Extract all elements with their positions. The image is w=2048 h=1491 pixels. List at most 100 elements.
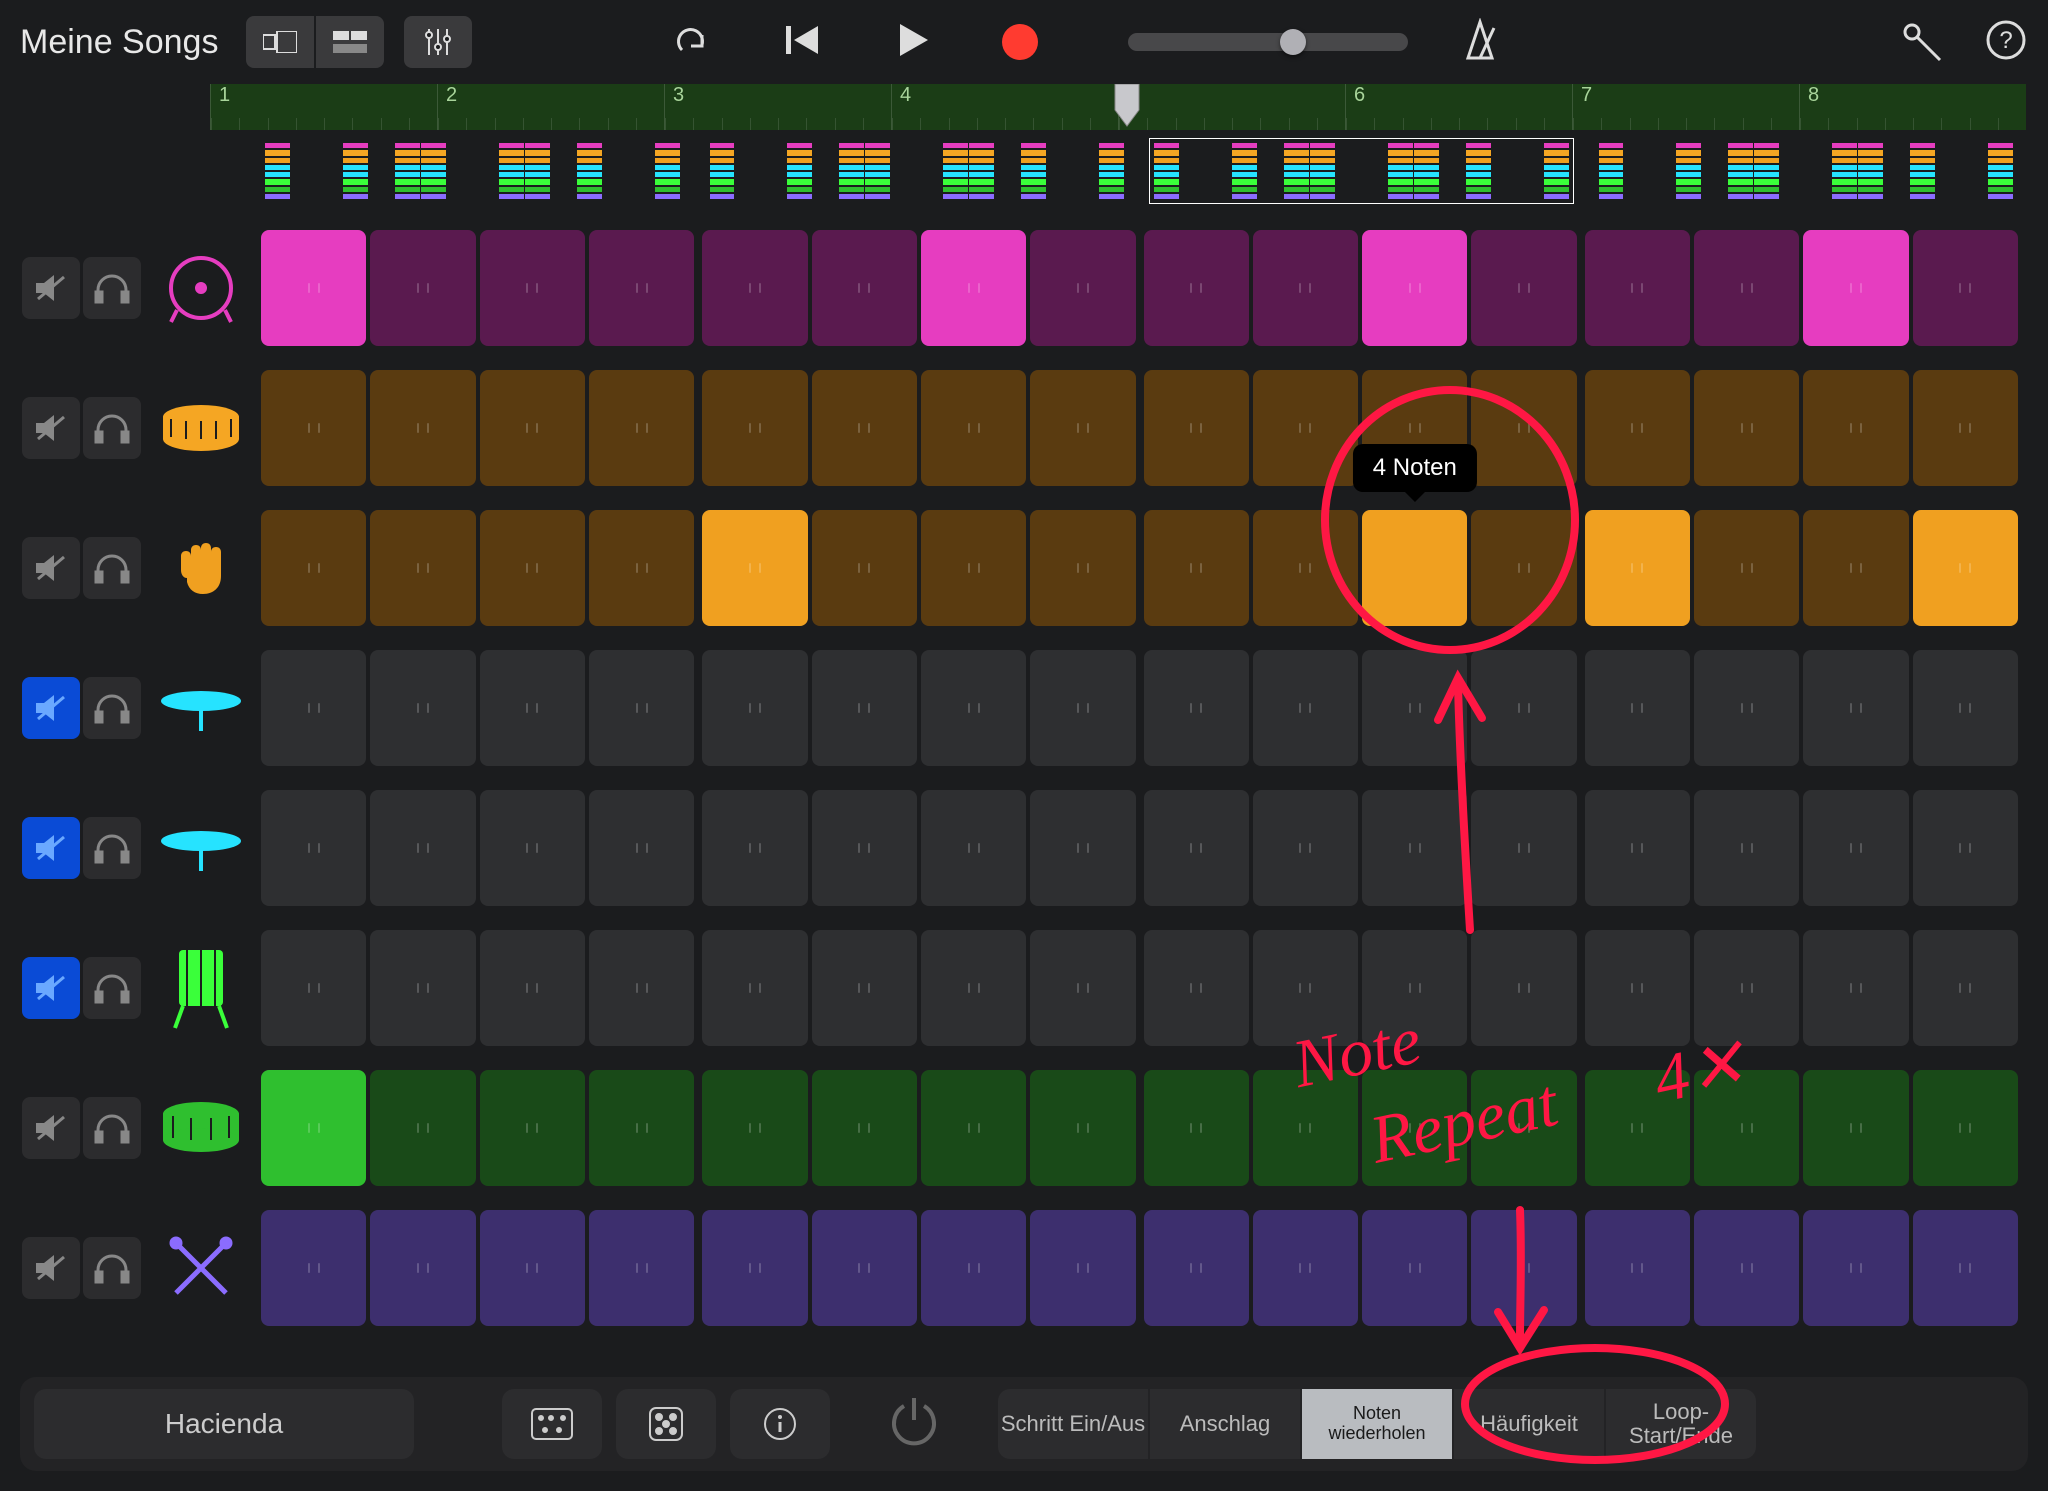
step-cell[interactable] bbox=[812, 650, 917, 766]
step-cell[interactable] bbox=[480, 510, 585, 626]
step-cell[interactable] bbox=[1144, 650, 1249, 766]
step-cell[interactable] bbox=[1030, 1210, 1135, 1326]
step-cell[interactable] bbox=[921, 1210, 1026, 1326]
solo-button[interactable] bbox=[83, 537, 141, 599]
step-cell[interactable] bbox=[1471, 1210, 1576, 1326]
step-cell[interactable] bbox=[1253, 650, 1358, 766]
solo-button[interactable] bbox=[83, 817, 141, 879]
step-cell[interactable] bbox=[480, 230, 585, 346]
mute-button[interactable] bbox=[22, 957, 80, 1019]
step-cell[interactable] bbox=[1585, 930, 1690, 1046]
step-cell[interactable] bbox=[1803, 1210, 1908, 1326]
step-cell[interactable] bbox=[1253, 1070, 1358, 1186]
drumkit-picker[interactable]: Hacienda bbox=[34, 1389, 414, 1459]
step-cell[interactable] bbox=[1694, 370, 1799, 486]
step-cell[interactable] bbox=[1471, 510, 1576, 626]
step-cell[interactable] bbox=[1030, 1070, 1135, 1186]
step-cell[interactable] bbox=[812, 1210, 917, 1326]
step-cell[interactable] bbox=[589, 370, 694, 486]
step-cell[interactable] bbox=[1694, 930, 1799, 1046]
step-cell[interactable] bbox=[1030, 370, 1135, 486]
mute-button[interactable] bbox=[22, 1237, 80, 1299]
instrument-icon[interactable] bbox=[151, 946, 251, 1030]
mute-button[interactable] bbox=[22, 397, 80, 459]
step-cell[interactable] bbox=[1144, 1210, 1249, 1326]
step-cell[interactable] bbox=[1030, 230, 1135, 346]
step-cell[interactable] bbox=[589, 230, 694, 346]
info-button[interactable] bbox=[730, 1389, 830, 1459]
step-cell[interactable] bbox=[1803, 930, 1908, 1046]
step-cell[interactable] bbox=[1471, 1070, 1576, 1186]
step-cell[interactable] bbox=[480, 1210, 585, 1326]
step-cell[interactable] bbox=[1694, 1210, 1799, 1326]
randomize-button[interactable] bbox=[616, 1389, 716, 1459]
instrument-icon[interactable] bbox=[151, 534, 251, 602]
mode-tab-1[interactable]: Anschlag bbox=[1150, 1389, 1300, 1459]
step-cell[interactable] bbox=[1362, 650, 1467, 766]
step-cell[interactable] bbox=[1694, 650, 1799, 766]
step-cell[interactable] bbox=[1803, 1070, 1908, 1186]
step-cell[interactable] bbox=[702, 1070, 807, 1186]
step-cell[interactable] bbox=[1253, 510, 1358, 626]
step-cell[interactable] bbox=[1585, 650, 1690, 766]
step-cell[interactable] bbox=[1144, 230, 1249, 346]
undo-button[interactable] bbox=[672, 20, 712, 65]
step-cell[interactable] bbox=[1694, 1070, 1799, 1186]
solo-button[interactable] bbox=[83, 257, 141, 319]
overview-pattern[interactable] bbox=[705, 138, 1130, 204]
step-cell[interactable] bbox=[1694, 790, 1799, 906]
step-cell[interactable] bbox=[702, 370, 807, 486]
step-cell[interactable] bbox=[261, 370, 366, 486]
step-cell[interactable] bbox=[702, 930, 807, 1046]
step-cell[interactable] bbox=[370, 230, 475, 346]
step-cell[interactable] bbox=[261, 1210, 366, 1326]
instrument-icon[interactable] bbox=[151, 403, 251, 453]
step-cell[interactable] bbox=[480, 370, 585, 486]
step-cell[interactable] bbox=[1585, 230, 1690, 346]
timeline-ruler[interactable]: 1 2 3 4 5 6 7 8 bbox=[210, 84, 2026, 130]
step-cell[interactable] bbox=[1585, 790, 1690, 906]
instrument-icon[interactable] bbox=[151, 250, 251, 326]
step-cell[interactable] bbox=[812, 370, 917, 486]
my-songs-button[interactable]: Meine Songs bbox=[20, 23, 218, 62]
step-cell[interactable] bbox=[1913, 650, 2018, 766]
step-cell[interactable] bbox=[702, 1210, 807, 1326]
step-cell[interactable] bbox=[1471, 230, 1576, 346]
step-cell[interactable] bbox=[1362, 230, 1467, 346]
step-cell[interactable] bbox=[1913, 370, 2018, 486]
step-cell[interactable] bbox=[480, 1070, 585, 1186]
step-cell[interactable] bbox=[1585, 1070, 1690, 1186]
step-cell[interactable] bbox=[589, 790, 694, 906]
step-cell[interactable] bbox=[702, 650, 807, 766]
step-cell[interactable] bbox=[1144, 1070, 1249, 1186]
step-cell[interactable] bbox=[589, 1210, 694, 1326]
instrument-icon[interactable] bbox=[151, 823, 251, 873]
view-regions-button[interactable] bbox=[316, 16, 384, 68]
overview-pattern-selected[interactable] bbox=[1149, 138, 1574, 204]
step-cell[interactable] bbox=[921, 1070, 1026, 1186]
rewind-button[interactable] bbox=[782, 20, 822, 65]
step-cell[interactable] bbox=[1030, 930, 1135, 1046]
step-cell[interactable] bbox=[261, 510, 366, 626]
step-cell[interactable] bbox=[1803, 370, 1908, 486]
step-cell[interactable] bbox=[812, 790, 917, 906]
mute-button[interactable] bbox=[22, 257, 80, 319]
step-cell[interactable] bbox=[1362, 1070, 1467, 1186]
overview-pattern[interactable] bbox=[1594, 138, 2019, 204]
mute-button[interactable] bbox=[22, 1097, 80, 1159]
mute-button[interactable] bbox=[22, 537, 80, 599]
step-cell[interactable] bbox=[261, 1070, 366, 1186]
step-cell[interactable] bbox=[702, 510, 807, 626]
solo-button[interactable] bbox=[83, 957, 141, 1019]
step-cell[interactable] bbox=[1362, 930, 1467, 1046]
step-cell[interactable] bbox=[480, 790, 585, 906]
step-cell[interactable] bbox=[261, 650, 366, 766]
step-cell[interactable] bbox=[812, 930, 917, 1046]
step-cell[interactable] bbox=[1803, 230, 1908, 346]
solo-button[interactable] bbox=[83, 1097, 141, 1159]
step-cell[interactable] bbox=[480, 930, 585, 1046]
play-button[interactable] bbox=[892, 20, 932, 65]
step-cell[interactable] bbox=[1471, 790, 1576, 906]
step-cell[interactable] bbox=[261, 790, 366, 906]
step-cell[interactable] bbox=[261, 930, 366, 1046]
